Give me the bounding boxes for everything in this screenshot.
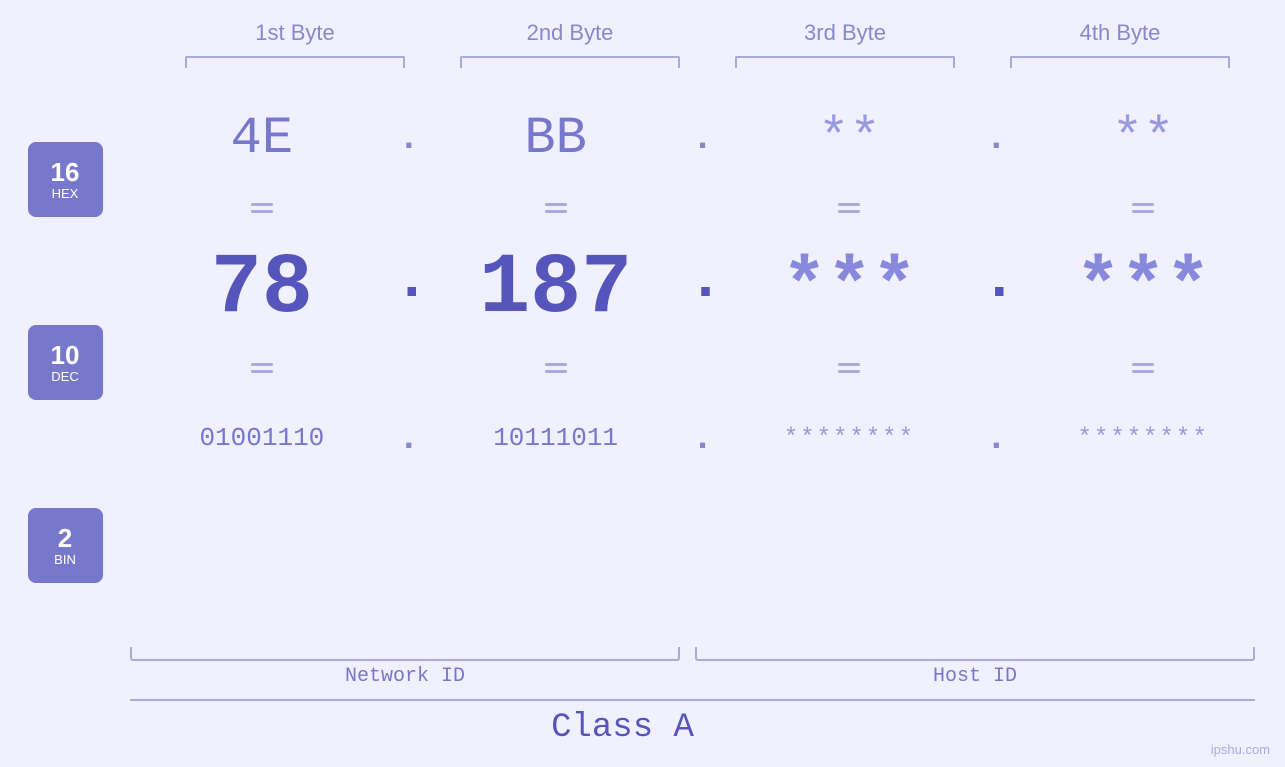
eq2-b1 bbox=[130, 363, 394, 373]
host-id-label: Host ID bbox=[695, 665, 1255, 688]
bin-b3: ******** bbox=[718, 425, 982, 452]
bracket-line-4 bbox=[1010, 56, 1230, 68]
eq2-b3 bbox=[718, 363, 982, 373]
dec-b3: *** bbox=[718, 246, 982, 331]
hex-b2: BB bbox=[424, 109, 688, 168]
eq-sign-8 bbox=[1132, 363, 1154, 373]
class-a-underline bbox=[130, 699, 1255, 701]
hex-row: 4E . BB . ** . ** bbox=[130, 88, 1275, 188]
bin-b1-value: 01001110 bbox=[199, 423, 324, 453]
labels-column: 16 HEX 10 DEC 2 BIN bbox=[0, 88, 130, 647]
hex-b1-value: 4E bbox=[231, 109, 293, 168]
eq-sign-5 bbox=[251, 363, 273, 373]
main-container: 1st Byte 2nd Byte 3rd Byte 4th Byte 16 H… bbox=[0, 0, 1285, 767]
bracket-line-3 bbox=[735, 56, 955, 68]
bin-b2: 10111011 bbox=[424, 423, 688, 453]
dot-hex-2: . bbox=[688, 118, 718, 159]
equals-row-2 bbox=[130, 348, 1275, 388]
dot-bin-2: . bbox=[688, 418, 718, 459]
bin-badge: 2 BIN bbox=[28, 508, 103, 583]
hex-badge: 16 HEX bbox=[28, 142, 103, 217]
dot-dec-3: . bbox=[981, 266, 1011, 311]
hex-b1: 4E bbox=[130, 109, 394, 168]
top-brackets bbox=[158, 56, 1258, 68]
dec-b4: *** bbox=[1011, 246, 1275, 331]
eq-sign-4 bbox=[1132, 203, 1154, 213]
dec-b4-value: *** bbox=[1076, 246, 1211, 331]
bracket-bottom-network bbox=[130, 647, 680, 661]
bracket-cell-2 bbox=[433, 56, 708, 68]
dec-b1: 78 bbox=[130, 240, 394, 337]
bottom-section: Network ID Host ID Class A bbox=[0, 647, 1285, 767]
bin-badge-label: BIN bbox=[54, 552, 76, 567]
dec-b1-value: 78 bbox=[211, 240, 313, 337]
watermark: ipshu.com bbox=[1211, 742, 1270, 757]
bin-b3-value: ******** bbox=[784, 425, 915, 452]
hex-badge-label: HEX bbox=[52, 186, 79, 201]
eq2-b4 bbox=[1011, 363, 1275, 373]
byte-header-2: 2nd Byte bbox=[433, 20, 708, 46]
bracket-cell-3 bbox=[708, 56, 983, 68]
bin-row: 01001110 . 10111011 . ******** . *******… bbox=[130, 388, 1275, 488]
eq-sign-1 bbox=[251, 203, 273, 213]
dec-b2: 187 bbox=[424, 240, 688, 337]
dot-dec-1: . bbox=[394, 266, 424, 311]
bracket-line-2 bbox=[460, 56, 680, 68]
hex-b4: ** bbox=[1011, 109, 1275, 168]
dot-hex-3: . bbox=[981, 118, 1011, 159]
network-id-label: Network ID bbox=[130, 665, 680, 688]
class-a-label: Class A bbox=[0, 709, 1245, 747]
eq-sign-2 bbox=[545, 203, 567, 213]
byte-header-1: 1st Byte bbox=[158, 20, 433, 46]
dot-bin-1: . bbox=[394, 418, 424, 459]
bin-b4-value: ******** bbox=[1078, 425, 1209, 452]
dec-b2-value: 187 bbox=[479, 240, 632, 337]
dot-bin-3: . bbox=[981, 418, 1011, 459]
bracket-bottom-host bbox=[695, 647, 1255, 661]
content-area: 16 HEX 10 DEC 2 BIN 4E . BB bbox=[0, 88, 1285, 647]
equals-row-1 bbox=[130, 188, 1275, 228]
byte-header-4: 4th Byte bbox=[983, 20, 1258, 46]
bytes-columns: 4E . BB . ** . ** bbox=[130, 88, 1285, 647]
bin-b1: 01001110 bbox=[130, 423, 394, 453]
dec-badge-num: 10 bbox=[51, 341, 80, 370]
hex-badge-num: 16 bbox=[51, 158, 80, 187]
eq-sign-7 bbox=[838, 363, 860, 373]
bracket-cell-1 bbox=[158, 56, 433, 68]
byte-headers: 1st Byte 2nd Byte 3rd Byte 4th Byte bbox=[158, 20, 1258, 46]
dot-hex-1: . bbox=[394, 118, 424, 159]
eq1-b1 bbox=[130, 203, 394, 213]
eq1-b4 bbox=[1011, 203, 1275, 213]
bin-b4: ******** bbox=[1011, 425, 1275, 452]
dot-dec-2: . bbox=[688, 266, 718, 311]
eq-sign-6 bbox=[545, 363, 567, 373]
hex-b3: ** bbox=[718, 109, 982, 168]
eq1-b3 bbox=[718, 203, 982, 213]
bin-badge-num: 2 bbox=[58, 524, 72, 553]
hex-b4-value: ** bbox=[1112, 109, 1174, 168]
hex-b2-value: BB bbox=[524, 109, 586, 168]
byte-header-3: 3rd Byte bbox=[708, 20, 983, 46]
bracket-cell-4 bbox=[983, 56, 1258, 68]
hex-b3-value: ** bbox=[818, 109, 880, 168]
dec-row: 78 . 187 . *** . *** bbox=[130, 228, 1275, 348]
eq2-b2 bbox=[424, 363, 688, 373]
dec-badge-label: DEC bbox=[51, 369, 78, 384]
dec-b3-value: *** bbox=[782, 246, 917, 331]
bin-b2-value: 10111011 bbox=[493, 423, 618, 453]
eq-sign-3 bbox=[838, 203, 860, 213]
eq1-b2 bbox=[424, 203, 688, 213]
dec-badge: 10 DEC bbox=[28, 325, 103, 400]
bracket-line-1 bbox=[185, 56, 405, 68]
